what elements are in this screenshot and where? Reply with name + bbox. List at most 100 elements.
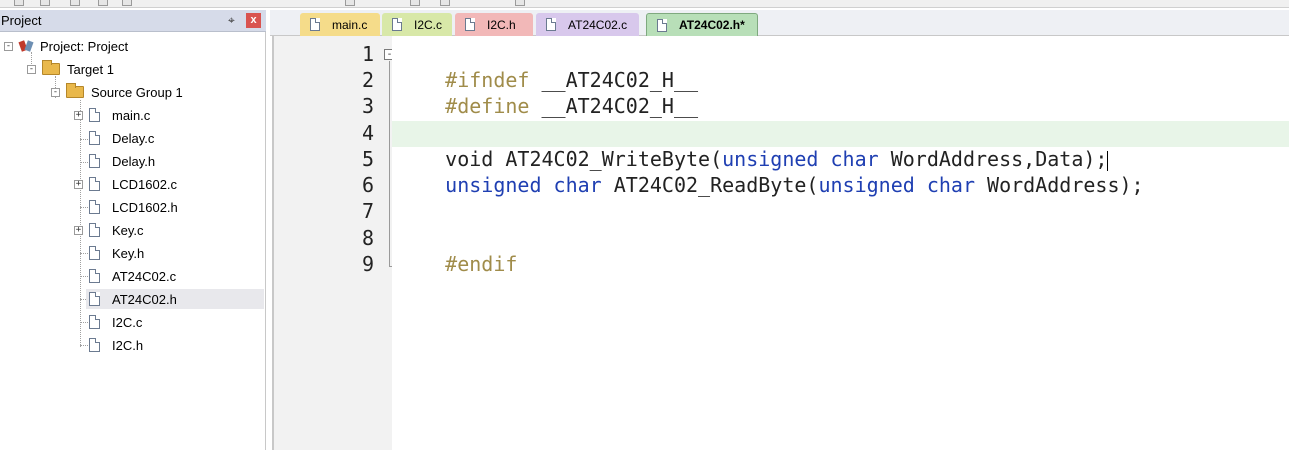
tree-item-source-group[interactable]: - Source Group 1 bbox=[51, 82, 183, 102]
tree-item-project-root[interactable]: - Project: Project bbox=[4, 36, 128, 56]
tree-item-label: Delay.h bbox=[112, 153, 156, 169]
code-token: #endif bbox=[445, 252, 518, 276]
tree-item-file[interactable]: AT24C02.c bbox=[89, 266, 176, 286]
tree-item-label: I2C.c bbox=[112, 314, 143, 330]
expand-icon[interactable]: + bbox=[74, 110, 83, 120]
tree-item-label: Key.h bbox=[112, 245, 145, 261]
tree-item-label: Delay.c bbox=[112, 130, 155, 146]
line-number: 1 bbox=[361, 42, 374, 66]
line-number: 3 bbox=[361, 94, 374, 118]
editor-tab-bar: main.c I2C.c I2C.h AT24C02.c AT24C02.h* bbox=[270, 10, 1289, 36]
main-toolbar bbox=[0, 0, 1289, 8]
code-editor[interactable]: #ifndef __AT24C02_H__ #define __AT24C02_… bbox=[392, 36, 1289, 450]
fold-guide bbox=[389, 61, 390, 266]
line-number: 9 bbox=[361, 252, 374, 276]
project-panel: Project ⌖ x - Project: Project - Target … bbox=[0, 10, 266, 450]
code-token: WordAddress); bbox=[975, 173, 1144, 197]
code-token: __AT24C02_H__ bbox=[541, 94, 699, 118]
tab-i2c-c[interactable]: I2C.c bbox=[382, 13, 452, 36]
code-line-2: #define __AT24C02_H__ bbox=[397, 67, 698, 118]
tab-label: main.c bbox=[332, 17, 368, 32]
tree-item-file[interactable]: I2C.c bbox=[89, 312, 142, 332]
tree-item-label: Project: Project bbox=[40, 38, 129, 54]
code-line-8: #endif bbox=[397, 225, 517, 276]
file-icon bbox=[89, 246, 100, 260]
project-panel-title: Project bbox=[1, 13, 42, 28]
pin-icon[interactable]: ⌖ bbox=[228, 13, 235, 28]
code-line-1: #ifndef __AT24C02_H__ bbox=[397, 41, 698, 92]
line-number: 6 bbox=[361, 173, 374, 197]
tree-item-label: AT24C02.h bbox=[112, 291, 177, 307]
tree-item-file[interactable]: LCD1602.h bbox=[89, 197, 178, 217]
code-token: #define bbox=[445, 94, 530, 118]
toolbar-button[interactable] bbox=[14, 0, 24, 6]
toolbar-button[interactable] bbox=[122, 0, 132, 6]
tab-label: AT24C02.h* bbox=[679, 18, 745, 32]
tree-item-label: Target 1 bbox=[67, 61, 114, 77]
tree-item-label: AT24C02.c bbox=[112, 268, 177, 284]
collapse-icon[interactable]: - bbox=[27, 64, 36, 74]
toolbar-button[interactable] bbox=[98, 0, 108, 6]
toolbar-button[interactable] bbox=[345, 0, 355, 6]
tab-at24c02-h[interactable]: AT24C02.h* bbox=[646, 13, 758, 36]
line-number: 4 bbox=[361, 121, 374, 145]
code-token: unsigned bbox=[818, 173, 915, 197]
tree-item-file-selected[interactable]: AT24C02.h bbox=[86, 289, 264, 309]
project-panel-header: Project ⌖ x bbox=[0, 10, 266, 32]
project-icon bbox=[19, 39, 33, 53]
file-icon bbox=[89, 269, 100, 283]
toolbar-button[interactable] bbox=[410, 0, 420, 6]
file-icon bbox=[89, 200, 100, 214]
expand-icon[interactable]: + bbox=[74, 179, 83, 189]
file-icon bbox=[657, 18, 667, 32]
toolbar-button[interactable] bbox=[515, 0, 525, 6]
folder-icon bbox=[66, 83, 84, 98]
code-token: char bbox=[553, 173, 602, 197]
toolbar-button[interactable] bbox=[440, 0, 450, 6]
tree-item-file[interactable]: I2C.h bbox=[89, 335, 143, 355]
tree-item-label: I2C.h bbox=[112, 337, 144, 353]
tab-main-c[interactable]: main.c bbox=[300, 13, 380, 36]
tree-item-label: Key.c bbox=[112, 222, 144, 238]
code-token: unsigned bbox=[445, 173, 542, 197]
tree-item-file[interactable]: Delay.h bbox=[89, 151, 155, 171]
tree-item-file[interactable]: + LCD1602.c bbox=[74, 174, 177, 194]
tree-item-target[interactable]: - Target 1 bbox=[27, 59, 114, 79]
collapse-icon[interactable]: - bbox=[51, 87, 60, 97]
code-token: AT24C02_ReadByte( bbox=[601, 173, 819, 197]
file-icon bbox=[546, 18, 556, 31]
tree-item-label: main.c bbox=[112, 107, 151, 123]
file-icon bbox=[89, 131, 100, 145]
toolbar-button[interactable] bbox=[40, 0, 50, 6]
file-icon bbox=[465, 18, 475, 31]
file-icon bbox=[89, 292, 100, 306]
tab-label: AT24C02.c bbox=[568, 17, 628, 32]
target-folder-icon bbox=[42, 60, 60, 75]
file-icon bbox=[310, 18, 320, 31]
collapse-icon[interactable]: - bbox=[4, 41, 13, 51]
tree-item-file[interactable]: Delay.c bbox=[89, 128, 154, 148]
tree-item-file[interactable]: + Key.c bbox=[74, 220, 144, 240]
tree-item-file[interactable]: Key.h bbox=[89, 243, 144, 263]
close-icon[interactable]: x bbox=[246, 13, 261, 28]
tab-i2c-h[interactable]: I2C.h bbox=[455, 13, 533, 36]
file-icon bbox=[392, 18, 402, 31]
tree-item-label: LCD1602.h bbox=[112, 199, 178, 215]
tree-item-label: Source Group 1 bbox=[91, 84, 183, 100]
line-number: 5 bbox=[361, 147, 374, 171]
tree-item-file[interactable]: + main.c bbox=[74, 105, 150, 125]
file-icon bbox=[89, 315, 100, 329]
file-icon bbox=[89, 154, 100, 168]
tab-at24c02-c[interactable]: AT24C02.c bbox=[536, 13, 639, 36]
code-token: char bbox=[926, 173, 976, 197]
file-icon bbox=[89, 338, 100, 352]
code-line-4: void AT24C02_WriteByte(unsigned char Wor… bbox=[397, 120, 1109, 171]
expand-icon[interactable]: + bbox=[74, 225, 83, 235]
toolbar-button[interactable] bbox=[70, 0, 80, 6]
tree-item-label: LCD1602.c bbox=[112, 176, 178, 192]
line-number: 8 bbox=[361, 226, 374, 250]
file-icon bbox=[89, 177, 100, 191]
tab-label: I2C.c bbox=[414, 17, 443, 32]
